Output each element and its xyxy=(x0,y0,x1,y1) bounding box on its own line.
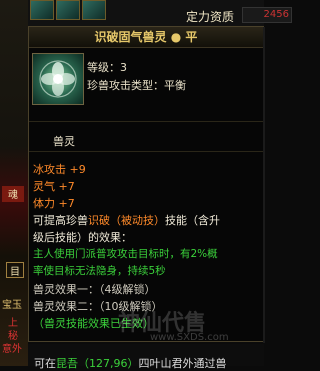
pet-spirit-tooltip: 识破固气兽灵 ● 平 等级：3 珍兽攻击类型：平衡 兽灵 冰攻击 +9 灵气 +… xyxy=(28,26,265,343)
attr-value: 2456 xyxy=(242,7,292,23)
effect-desc-line-1: 主人使用门派普攻攻击目标时，有2%概 xyxy=(33,248,218,260)
desc-line-1: 可提高珍兽识破（被动技）技能（含升 xyxy=(33,212,220,228)
side-tag-mu[interactable]: 目 xyxy=(6,262,24,278)
pet-attack-type: 珍兽攻击类型：平衡 xyxy=(87,79,186,92)
bottom-place-link[interactable]: 昆吾（127,96） xyxy=(56,357,139,370)
stat-ice-attack: 冰攻击 +9 xyxy=(33,163,86,176)
title-dot-icon: ● xyxy=(170,30,182,44)
watermark-url: www.SXDS.com xyxy=(150,332,229,343)
section-heading: 兽灵 xyxy=(53,135,75,148)
desc-line-2: 级后技能）的效果： xyxy=(33,231,132,244)
stat-stamina: 体力 +7 xyxy=(33,197,75,210)
spirit-effect-1: 兽灵效果一：（4级解锁） xyxy=(33,283,156,296)
spirit-level: 等级：3 xyxy=(87,61,127,74)
side-text-yiwai: 意外 xyxy=(2,344,22,355)
bottom-prefix: 可在 xyxy=(34,357,56,370)
bottom-info-text: 可在昆吾（127,96）四叶山君外通过兽 xyxy=(34,355,227,371)
desc-skill: 识破（被动技） xyxy=(88,214,165,227)
tooltip-title: 识破固气兽灵 ● 平 xyxy=(29,27,263,48)
title-text: 识破固气兽灵 xyxy=(94,30,167,44)
stat-spirit: 灵气 +7 xyxy=(33,180,75,193)
side-text-baoyu: 宝玉 xyxy=(2,300,22,311)
background-left-panel xyxy=(0,0,28,366)
tooltip-scrollbar[interactable] xyxy=(263,27,265,343)
item-slot-1[interactable] xyxy=(30,0,54,20)
item-slot-2[interactable] xyxy=(56,0,80,20)
bottom-suffix: 四叶山君外通过兽 xyxy=(138,357,227,370)
background-top-bar: 定力资质 2456 xyxy=(28,0,292,26)
desc-suffix: 技能（含升 xyxy=(165,214,220,227)
attr-label: 定力资质 xyxy=(186,10,235,24)
desc-prefix: 可提高珍兽 xyxy=(33,214,88,227)
item-slot-3[interactable] xyxy=(82,0,106,20)
title-grade: 平 xyxy=(185,30,198,44)
spirit-flower-icon xyxy=(32,53,84,105)
divider xyxy=(29,121,263,122)
side-tag-hun[interactable]: 魂 xyxy=(2,186,24,202)
divider xyxy=(29,151,263,152)
effect-desc-line-2: 率使目标无法隐身，持续5秒 xyxy=(33,265,166,277)
